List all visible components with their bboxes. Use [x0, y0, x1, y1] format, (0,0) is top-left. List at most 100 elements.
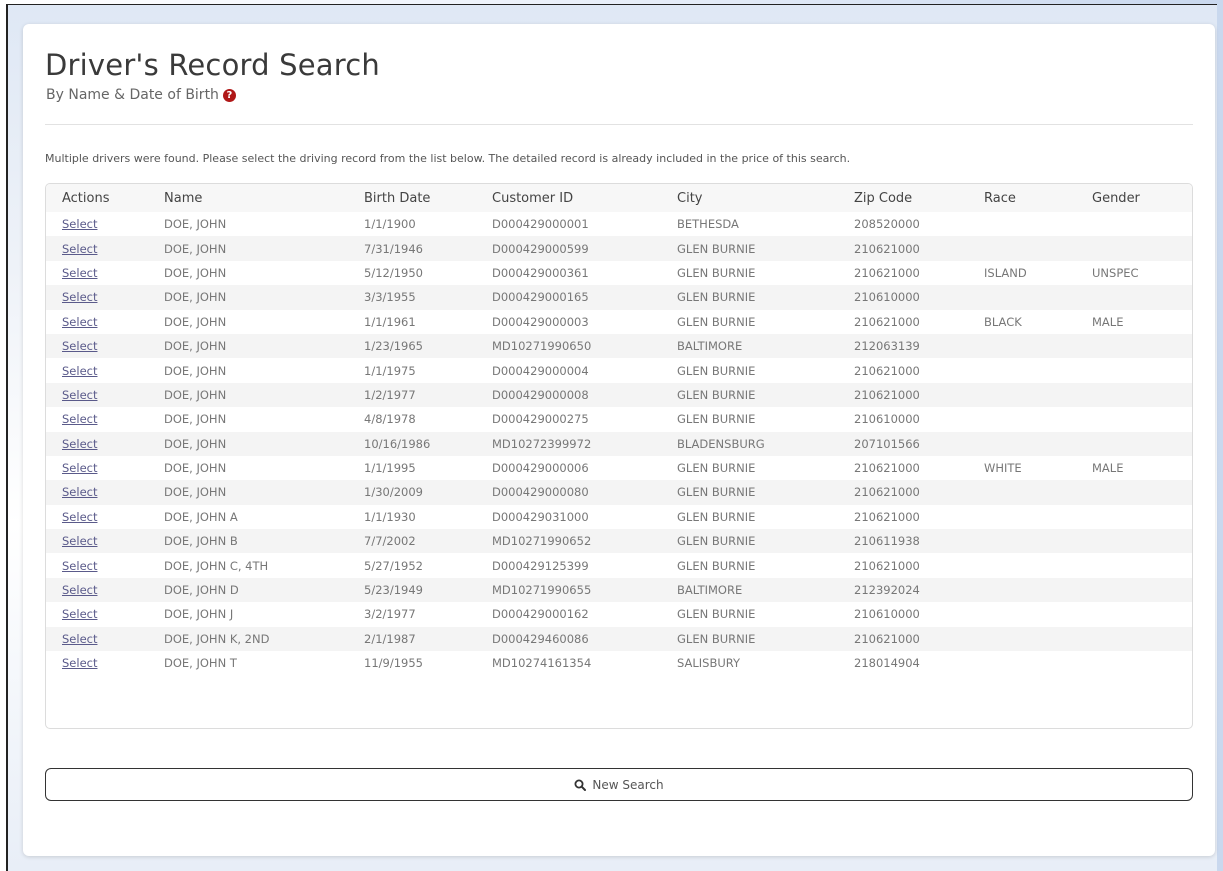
- new-search-label: New Search: [592, 777, 664, 792]
- cell-zip-code: 218014904: [838, 651, 968, 676]
- select-link[interactable]: Select: [62, 364, 97, 378]
- cell-customer-id: D000429000001: [476, 212, 661, 237]
- cell-city: BETHESDA: [661, 212, 838, 237]
- cell-actions: Select: [46, 602, 148, 627]
- select-link[interactable]: Select: [62, 656, 97, 670]
- cell-race: [968, 333, 1076, 359]
- header-race: Race: [968, 184, 1076, 212]
- subtitle-text: By Name & Date of Birth: [46, 87, 219, 103]
- cell-name: DOE, JOHN: [148, 309, 348, 334]
- select-link[interactable]: Select: [62, 583, 97, 597]
- cell-city: GLEN BURNIE: [661, 407, 838, 432]
- cell-zip-code: 212392024: [838, 577, 968, 603]
- cell-race: [968, 480, 1076, 505]
- table-row: Select DOE, JOHN 1/1/1961 D000429000003 GLEN…: [46, 309, 1192, 334]
- cell-customer-id: D000429000004: [476, 358, 661, 383]
- results-table: Actions Name Birth Date Customer ID City…: [46, 184, 1192, 676]
- cell-birth-date: 1/23/1965: [348, 333, 476, 359]
- cell-name: DOE, JOHN: [148, 333, 348, 359]
- select-link[interactable]: Select: [62, 607, 97, 621]
- cell-gender: [1076, 285, 1192, 310]
- cell-name: DOE, JOHN C, 4TH: [148, 553, 348, 578]
- cell-actions: Select: [46, 577, 148, 603]
- cell-gender: [1076, 358, 1192, 383]
- cell-gender: [1076, 529, 1192, 554]
- cell-zip-code: 210621000: [838, 309, 968, 334]
- cell-zip-code: 210621000: [838, 504, 968, 530]
- cell-gender: [1076, 480, 1192, 505]
- select-link[interactable]: Select: [62, 461, 97, 475]
- cell-actions: Select: [46, 382, 148, 408]
- cell-race: [968, 577, 1076, 603]
- cell-city: GLEN BURNIE: [661, 602, 838, 627]
- cell-gender: [1076, 626, 1192, 652]
- cell-city: GLEN BURNIE: [661, 480, 838, 505]
- cell-city: GLEN BURNIE: [661, 626, 838, 652]
- table-header-row: Actions Name Birth Date Customer ID City…: [46, 184, 1192, 212]
- select-link[interactable]: Select: [62, 388, 97, 402]
- cell-actions: Select: [46, 651, 148, 676]
- cell-birth-date: 5/27/1952: [348, 553, 476, 578]
- cell-customer-id: MD10271990652: [476, 529, 661, 554]
- help-icon[interactable]: ?: [222, 88, 236, 102]
- cell-city: GLEN BURNIE: [661, 285, 838, 310]
- cell-zip-code: 210610000: [838, 407, 968, 432]
- select-link[interactable]: Select: [62, 339, 97, 353]
- select-link[interactable]: Select: [62, 437, 97, 451]
- cell-name: DOE, JOHN: [148, 212, 348, 237]
- cell-name: DOE, JOHN: [148, 407, 348, 432]
- cell-race: [968, 285, 1076, 310]
- cell-actions: Select: [46, 553, 148, 578]
- cell-birth-date: 3/3/1955: [348, 285, 476, 310]
- select-link[interactable]: Select: [62, 315, 97, 329]
- new-search-button[interactable]: New Search: [45, 768, 1193, 801]
- cell-gender: [1076, 382, 1192, 408]
- header-customer-id: Customer ID: [476, 184, 661, 212]
- cell-actions: Select: [46, 333, 148, 359]
- cell-birth-date: 1/2/1977: [348, 382, 476, 408]
- table-row: Select DOE, JOHN A 1/1/1930 D000429031000 GL…: [46, 504, 1192, 530]
- select-link[interactable]: Select: [62, 217, 97, 231]
- cell-customer-id: D000429000599: [476, 236, 661, 261]
- cell-city: GLEN BURNIE: [661, 309, 838, 334]
- select-link[interactable]: Select: [62, 266, 97, 280]
- cell-zip-code: 210611938: [838, 529, 968, 554]
- cell-actions: Select: [46, 626, 148, 652]
- cell-birth-date: 2/1/1987: [348, 626, 476, 652]
- cell-city: BLADENSBURG: [661, 431, 838, 456]
- cell-gender: [1076, 407, 1192, 432]
- cell-birth-date: 11/9/1955: [348, 651, 476, 676]
- cell-gender: [1076, 333, 1192, 359]
- cell-customer-id: D000429000162: [476, 602, 661, 627]
- cell-name: DOE, JOHN: [148, 358, 348, 383]
- cell-customer-id: D000429000003: [476, 309, 661, 334]
- cell-name: DOE, JOHN: [148, 431, 348, 456]
- select-link[interactable]: Select: [62, 534, 97, 548]
- cell-name: DOE, JOHN: [148, 455, 348, 481]
- select-link[interactable]: Select: [62, 412, 97, 426]
- select-link[interactable]: Select: [62, 559, 97, 573]
- cell-city: GLEN BURNIE: [661, 382, 838, 408]
- cell-customer-id: D000429000361: [476, 260, 661, 286]
- cell-zip-code: 210621000: [838, 358, 968, 383]
- cell-race: [968, 651, 1076, 676]
- cell-city: GLEN BURNIE: [661, 260, 838, 286]
- cell-name: DOE, JOHN D: [148, 577, 348, 603]
- cell-city: GLEN BURNIE: [661, 358, 838, 383]
- cell-customer-id: D000429000006: [476, 455, 661, 481]
- cell-city: GLEN BURNIE: [661, 455, 838, 481]
- cell-name: DOE, JOHN A: [148, 504, 348, 530]
- select-link[interactable]: Select: [62, 510, 97, 524]
- cell-race: BLACK: [968, 309, 1076, 334]
- cell-customer-id: D000429031000: [476, 504, 661, 530]
- cell-race: [968, 504, 1076, 530]
- cell-actions: Select: [46, 431, 148, 456]
- cell-gender: UNSPEC: [1076, 260, 1192, 286]
- cell-customer-id: MD10271990655: [476, 577, 661, 603]
- select-link[interactable]: Select: [62, 242, 97, 256]
- select-link[interactable]: Select: [62, 485, 97, 499]
- select-link[interactable]: Select: [62, 290, 97, 304]
- select-link[interactable]: Select: [62, 632, 97, 646]
- cell-gender: [1076, 602, 1192, 627]
- divider: [45, 124, 1193, 125]
